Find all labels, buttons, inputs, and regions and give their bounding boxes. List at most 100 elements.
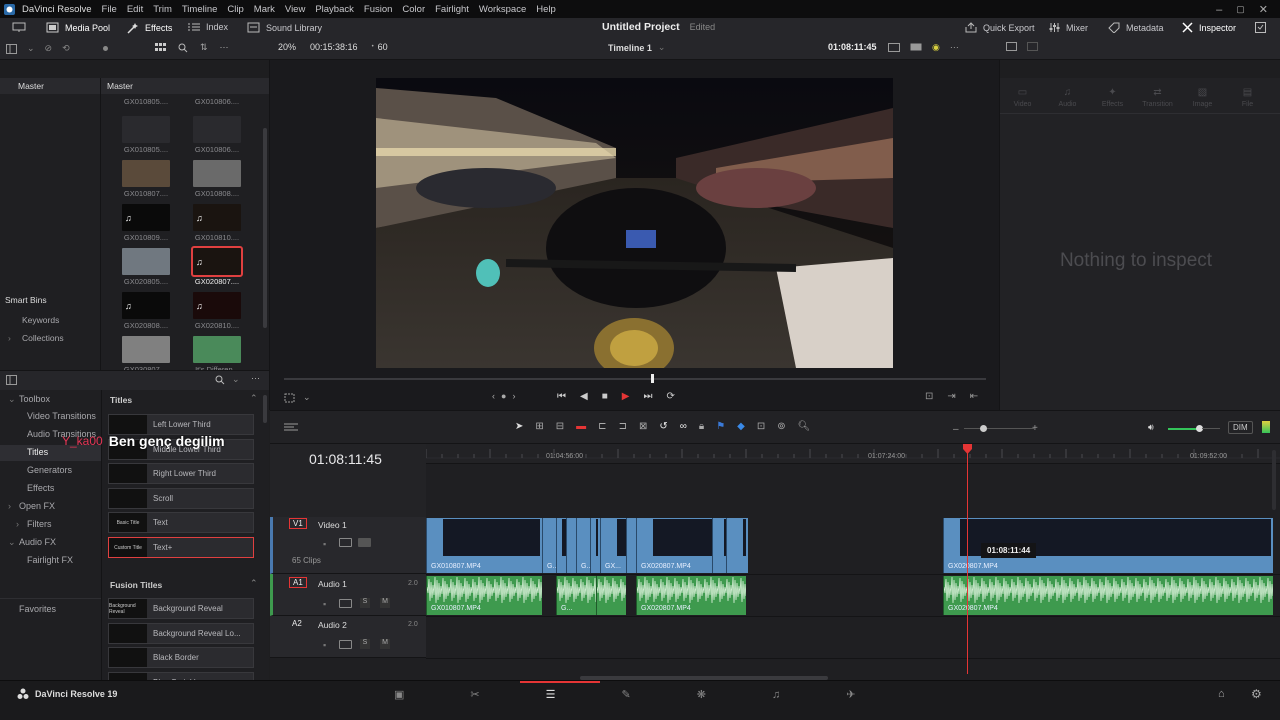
zoom-out-icon[interactable]: – <box>953 424 959 435</box>
audio-clip[interactable]: G... <box>556 576 596 615</box>
effects-toggle[interactable]: Effects <box>126 22 172 34</box>
clip-thumbnail[interactable]: GX010806.... <box>192 116 242 154</box>
clip-thumbnail[interactable]: ♫ GX020807.... <box>191 246 243 286</box>
track-visibility-icon[interactable] <box>339 538 352 547</box>
stop-icon[interactable]: ■ <box>602 391 608 402</box>
track-lock-icon[interactable]: ▪ <box>323 640 326 650</box>
title-template-item[interactable]: Scroll <box>108 487 254 509</box>
clip-thumbnail[interactable]: GX010805.... <box>121 116 171 154</box>
scrubber-playhead[interactable] <box>651 374 654 383</box>
replace-icon[interactable]: ⊠ <box>639 421 647 432</box>
effects-scrollbar[interactable] <box>263 395 267 423</box>
generators-item[interactable]: Generators <box>27 465 72 475</box>
volume-icon[interactable]: 🔊︎ <box>1148 422 1154 433</box>
menu-file[interactable]: File <box>102 4 117 15</box>
jump-end-icon[interactable]: ⏭ <box>643 391 652 402</box>
zoom-custom-icon[interactable]: 🔍︎ <box>798 421 811 432</box>
audio-clip[interactable]: GX010807.MP4 <box>426 576 542 615</box>
clip-thumbnail[interactable]: GX030807.... <box>121 336 171 370</box>
video-clip[interactable] <box>712 518 724 573</box>
panel-layout-icon[interactable] <box>6 375 17 385</box>
link-icon[interactable]: ⊘ <box>45 43 53 54</box>
blade-tool-icon[interactable]: ▬ <box>576 421 586 432</box>
sort-icon[interactable]: ⇅ <box>200 42 208 53</box>
track-display-icon[interactable] <box>358 538 371 547</box>
clip-thumbnail[interactable]: ♫ GX020810.... <box>192 292 242 330</box>
flag-icon[interactable]: ⚑ <box>716 421 725 432</box>
expand-icon[interactable] <box>1255 22 1266 33</box>
next-edit-icon[interactable]: › <box>512 391 515 401</box>
inspector-layout-icon[interactable] <box>1006 42 1017 51</box>
viewer-scrubber[interactable] <box>284 378 986 380</box>
prev-edit-icon[interactable]: ‹ <box>492 391 495 401</box>
video-frame[interactable] <box>376 78 893 368</box>
zoom-fit-icon[interactable]: ⊡ <box>757 421 765 432</box>
inspector-tab-image[interactable]: ▧ Image <box>1180 87 1225 108</box>
zoom-level[interactable]: 20% <box>278 42 296 52</box>
zoom-slider-handle[interactable] <box>980 425 987 432</box>
title-template-item[interactable]: Right Lower Third <box>108 463 254 485</box>
clip-thumbnail[interactable]: ♫ GX020808.... <box>121 292 171 330</box>
filters-item[interactable]: Filters <box>27 519 52 529</box>
track-id-v1[interactable]: V1 <box>289 518 307 529</box>
fairlight-fx-item[interactable]: Fairlight FX <box>27 555 73 565</box>
menu-workspace[interactable]: Workspace <box>479 4 526 15</box>
close-icon[interactable]: ✕ <box>1259 3 1268 16</box>
menu-fusion[interactable]: Fusion <box>364 4 393 15</box>
jump-start-icon[interactable]: ⏮ <box>557 391 566 402</box>
dynamic-trim-icon[interactable]: ⊟ <box>556 421 564 432</box>
search-icon[interactable] <box>215 375 225 385</box>
grid-view-icon[interactable] <box>155 43 166 52</box>
timeline-vscrollbar[interactable] <box>1272 450 1276 510</box>
video-clip[interactable] <box>726 518 748 573</box>
audio-fx-item[interactable]: Audio FX <box>19 537 56 547</box>
chevron-right-icon[interactable]: › <box>8 501 11 511</box>
metadata-button[interactable]: Metadata <box>1108 22 1164 33</box>
video-clip[interactable] <box>566 518 574 573</box>
home-icon[interactable]: ⌂ <box>1218 688 1225 700</box>
menu-edit[interactable]: Edit <box>127 4 143 15</box>
collections-bin[interactable]: Collections <box>22 333 64 343</box>
inspector-tab-audio[interactable]: ♫ Audio <box>1045 87 1090 108</box>
cut-page-icon[interactable]: ✂︎ <box>470 688 479 701</box>
dim-button[interactable]: DIM <box>1228 421 1253 434</box>
index-toggle[interactable]: Index <box>188 22 228 32</box>
collapse-icon[interactable]: ⌃ <box>250 578 258 589</box>
inspector-button[interactable]: Inspector <box>1182 22 1236 33</box>
media-pool-button[interactable] <box>12 22 26 33</box>
clip-thumbnail[interactable]: ♫ GX010809.... <box>121 204 171 242</box>
title-template-item[interactable]: Background Reveal Background Reveal <box>108 598 254 619</box>
title-template-item[interactable]: Black Border <box>108 647 254 669</box>
zoom-slider[interactable] <box>964 428 1034 429</box>
favorites-item[interactable]: Favorites <box>19 604 56 614</box>
quick-export-button[interactable]: Quick Export <box>965 22 1035 33</box>
track-monitor-icon[interactable] <box>339 599 352 608</box>
panel-layout-icon[interactable] <box>6 43 17 54</box>
more-options-icon[interactable]: ⋯ <box>220 42 229 53</box>
clip-thumbnail[interactable]: ♫ GX010810.... <box>192 204 242 242</box>
chevron-down-icon[interactable]: ⌄ <box>8 394 16 405</box>
clip-thumbnail[interactable]: It's Differen... <box>192 336 242 370</box>
title-template-item[interactable]: Background Reveal Lo... <box>108 622 254 644</box>
open-fx-item[interactable]: Open FX <box>19 501 55 511</box>
collapse-icon[interactable]: ⌃ <box>250 393 258 404</box>
title-template-item[interactable]: Custom Title Text+ <box>108 537 254 558</box>
snapping-icon[interactable]: ↺ <box>659 421 667 432</box>
inspector-tab-file[interactable]: ▤ File <box>1225 87 1270 108</box>
mute-button[interactable]: M <box>380 598 390 608</box>
menu-trim[interactable]: Trim <box>153 4 172 15</box>
menu-playback[interactable]: Playback <box>315 4 354 15</box>
menu-mark[interactable]: Mark <box>254 4 275 15</box>
lock-icon[interactable]: 🔒︎ <box>699 421 704 432</box>
viewer-mode-icon[interactable] <box>888 43 900 52</box>
title-template-item[interactable]: Basic Title Text <box>108 512 254 534</box>
search-icon[interactable] <box>178 43 188 53</box>
menu-fairlight[interactable]: Fairlight <box>435 4 469 15</box>
mark-in-icon[interactable]: ⇥ <box>947 391 955 402</box>
reverse-play-icon[interactable]: ◀ <box>580 391 588 402</box>
menu-view[interactable]: View <box>285 4 305 15</box>
video-clip[interactable] <box>590 518 596 573</box>
inspector-tab-video[interactable]: ▭ Video <box>1000 87 1045 108</box>
clip-thumbnail[interactable]: GX010807.... <box>121 160 171 198</box>
edit-page-icon[interactable]: ☰ <box>546 688 556 701</box>
